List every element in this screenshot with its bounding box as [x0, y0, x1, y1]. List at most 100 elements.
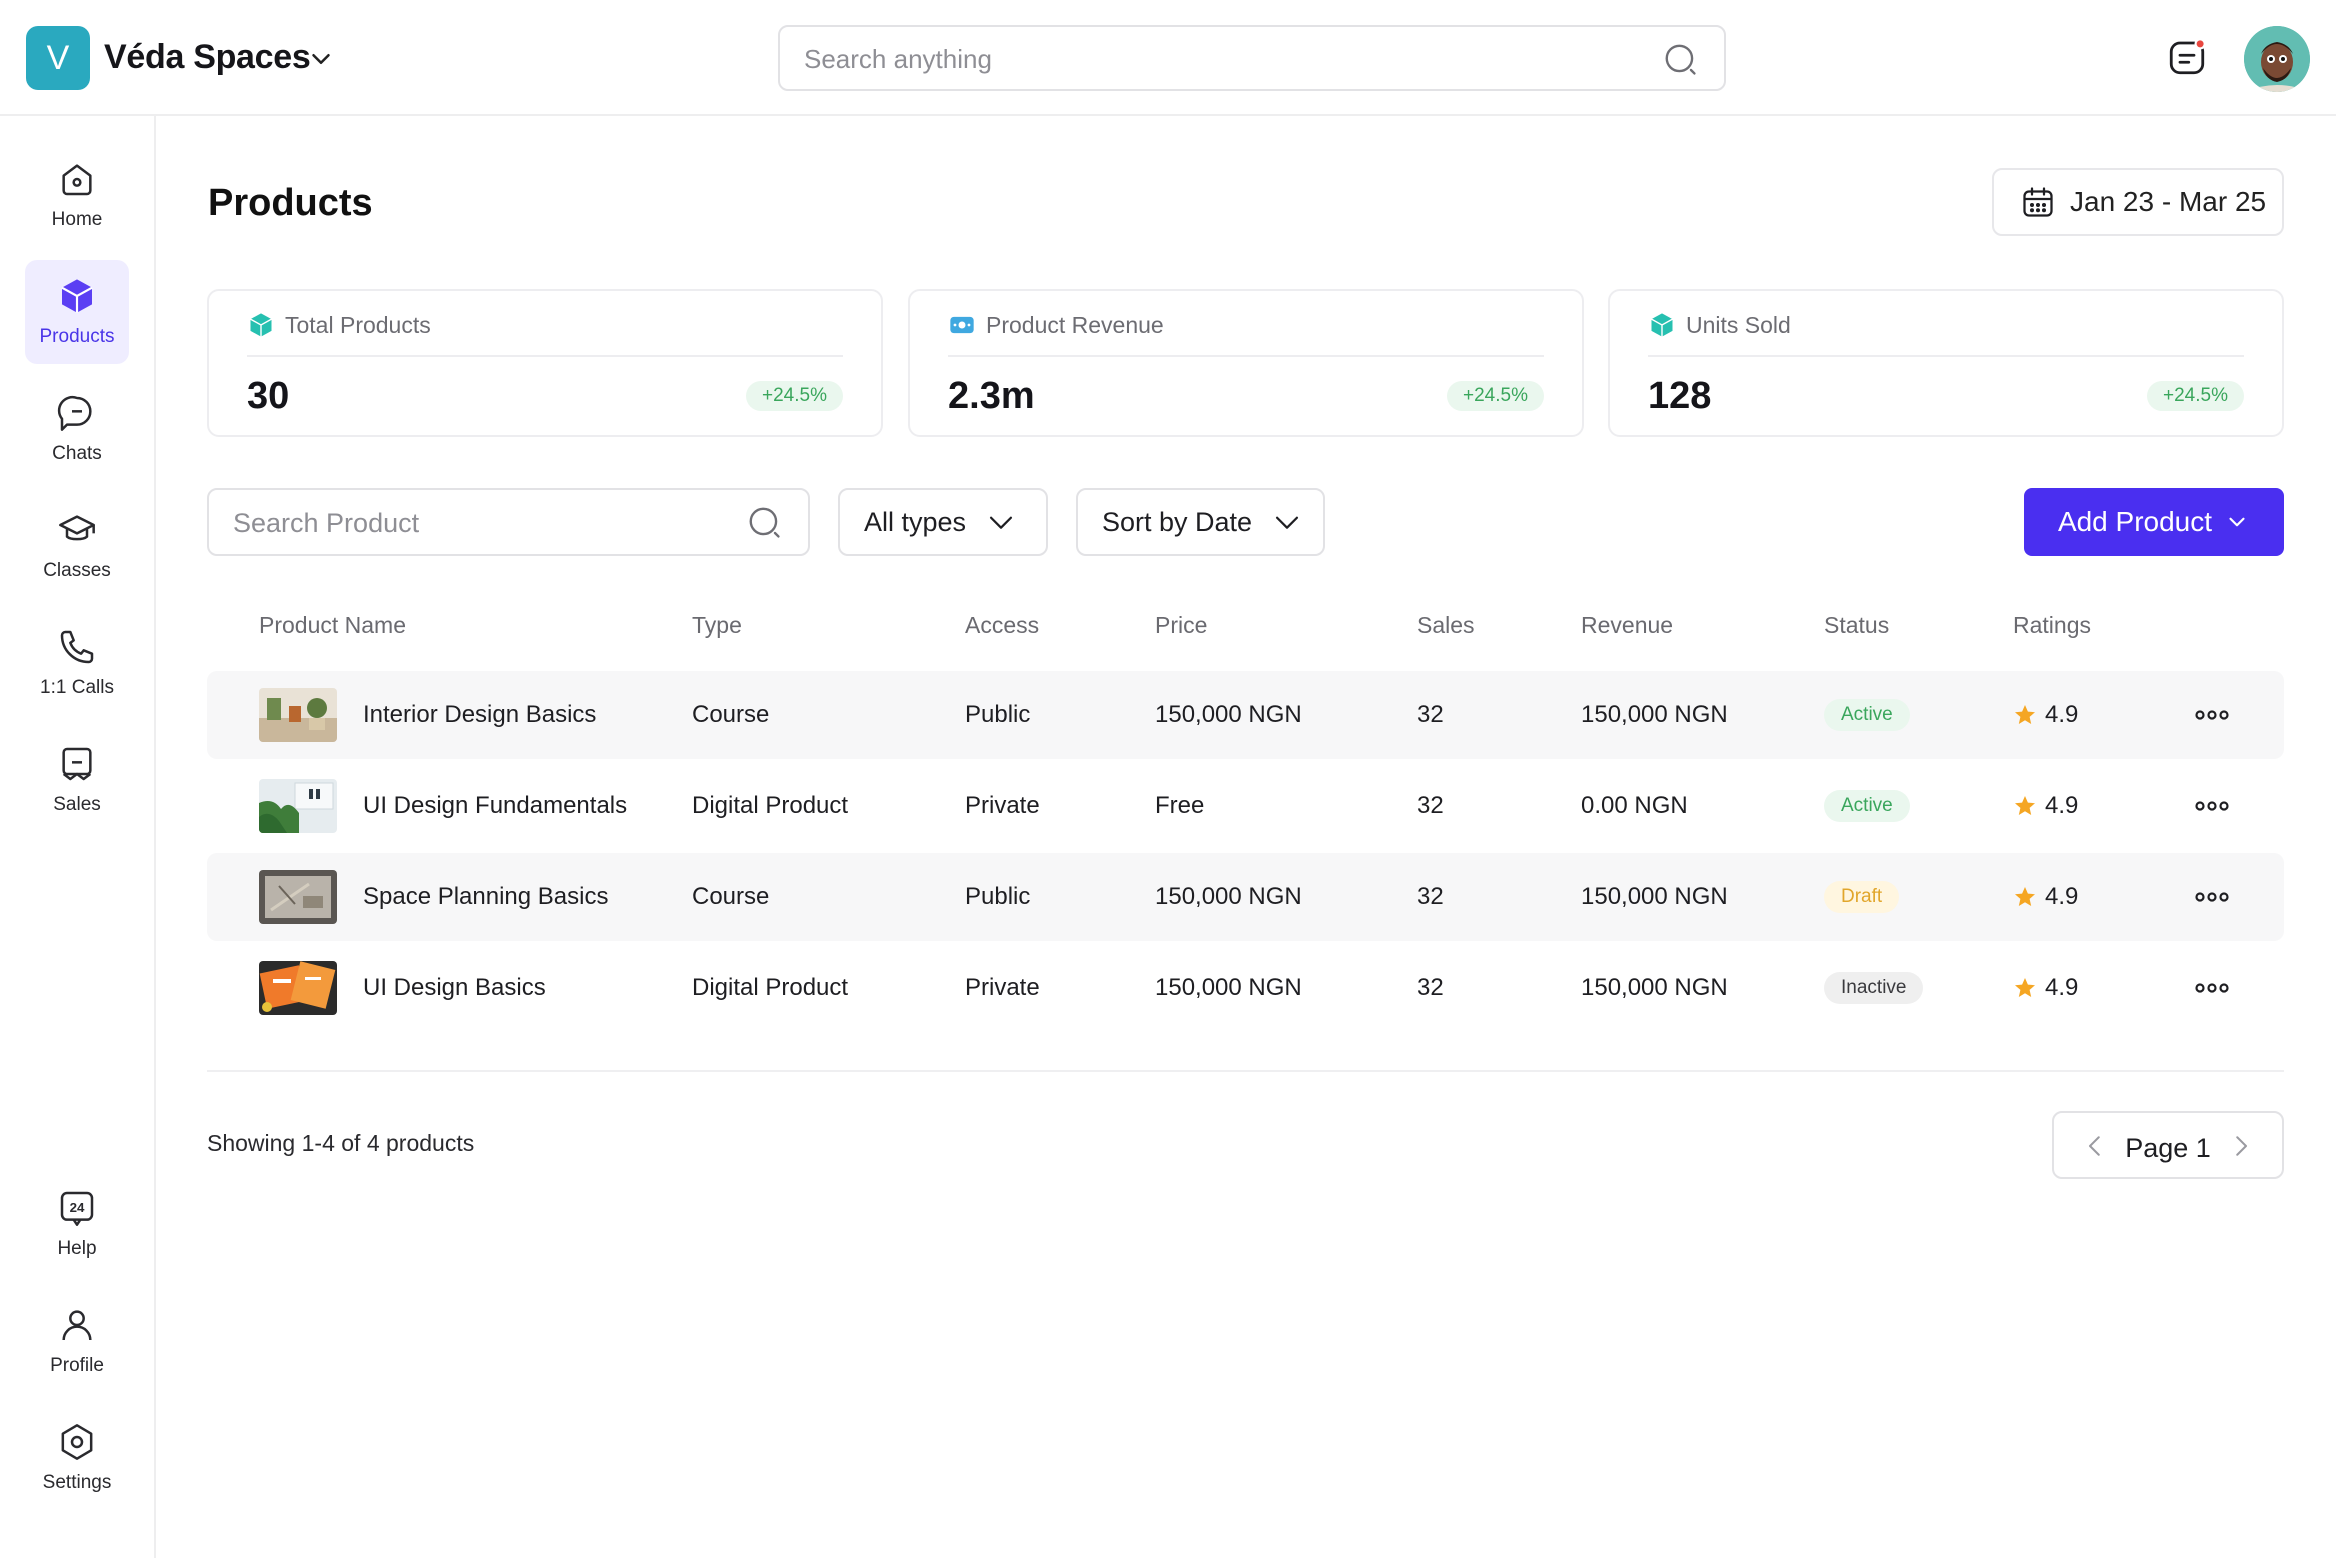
- product-revenue: 150,000 NGN: [1581, 883, 1728, 910]
- workspace-logo[interactable]: V: [26, 26, 90, 90]
- column-header-type[interactable]: Type: [692, 612, 742, 639]
- row-actions-button[interactable]: [2195, 671, 2229, 759]
- sort-label: Sort by Date: [1102, 506, 1253, 537]
- stat-label: Product Revenue: [986, 311, 1164, 338]
- star-icon: [2015, 978, 2035, 997]
- rating-value: 4.9: [2045, 883, 2079, 910]
- results-summary: Showing 1-4 of 4 products: [207, 1130, 475, 1156]
- divider: [948, 355, 1544, 357]
- product-name[interactable]: Space Planning Basics: [363, 853, 608, 941]
- row-actions-button[interactable]: [2195, 762, 2229, 850]
- column-header-status[interactable]: Status: [1824, 612, 1889, 639]
- box-icon: [250, 313, 272, 337]
- stat-card-total-products: Total Products 30 +24.5%: [207, 289, 883, 437]
- product-revenue: 150,000 NGN: [1581, 701, 1728, 728]
- status-badge: Active: [1824, 699, 1910, 731]
- product-sales: 32: [1417, 701, 1444, 728]
- global-search-input[interactable]: [804, 41, 1624, 77]
- product-search[interactable]: [207, 488, 810, 556]
- sidebar-item-label: Sales: [53, 794, 101, 815]
- product-type: Digital Product: [692, 974, 849, 1001]
- product-thumbnail: [259, 870, 337, 924]
- sidebar-item-products[interactable]: Products: [25, 260, 129, 364]
- chat-icon: [57, 395, 92, 431]
- global-search[interactable]: [778, 25, 1726, 91]
- search-icon[interactable]: [746, 504, 784, 542]
- column-header-access[interactable]: Access: [965, 612, 1039, 639]
- table-row[interactable]: UI Design Basics Digital Product Private…: [207, 944, 2284, 1032]
- column-header-price[interactable]: Price: [1155, 612, 1207, 639]
- settings-icon: [61, 1424, 93, 1460]
- product-thumbnail: [259, 779, 337, 833]
- table-row[interactable]: UI Design Fundamentals Digital Product P…: [207, 762, 2284, 850]
- sidebar-item-sales[interactable]: Sales: [25, 728, 129, 832]
- chevron-down-icon[interactable]: [306, 44, 336, 74]
- column-header-ratings[interactable]: Ratings: [2013, 612, 2091, 639]
- sidebar-item-label: Products: [39, 326, 115, 347]
- divider: [207, 1070, 2284, 1072]
- stat-card-units-sold: Units Sold 128 +24.5%: [1608, 289, 2284, 437]
- workspace-name[interactable]: Véda Spaces: [104, 38, 311, 77]
- stat-delta-badge: +24.5%: [2147, 381, 2244, 411]
- chevron-right-icon[interactable]: [2226, 1131, 2256, 1161]
- product-rating: 4.9: [2013, 671, 2078, 759]
- table-row[interactable]: Interior Design Basics Course Public 150…: [207, 671, 2284, 759]
- sidebar-item-calls[interactable]: 1:1 Calls: [25, 611, 129, 715]
- row-actions-button[interactable]: [2195, 944, 2229, 1032]
- product-revenue: 150,000 NGN: [1581, 974, 1728, 1001]
- chevron-down-icon: [2229, 517, 2245, 527]
- product-name[interactable]: UI Design Basics: [363, 944, 546, 1032]
- notification-icon[interactable]: [2166, 36, 2208, 78]
- status-badge: Inactive: [1824, 972, 1924, 1004]
- sidebar-item-label: Settings: [42, 1472, 112, 1493]
- sort-dropdown[interactable]: Sort by Date: [1076, 488, 1325, 556]
- calendar-icon: [2023, 187, 2053, 217]
- stat-label: Total Products: [285, 311, 431, 338]
- home-icon: [62, 164, 92, 196]
- sidebar-item-chats[interactable]: Chats: [25, 377, 129, 481]
- top-bar: V Véda Spaces: [0, 0, 2336, 116]
- sidebar-item-classes[interactable]: Classes: [25, 494, 129, 598]
- product-thumbnail: [259, 688, 337, 742]
- support-24-icon: 24: [60, 1191, 94, 1226]
- add-product-label: Add Product: [2057, 506, 2213, 537]
- receipt-icon: [62, 747, 92, 781]
- date-range-picker[interactable]: Jan 23 - Mar 25: [1992, 168, 2284, 236]
- product-type: Course: [692, 701, 770, 728]
- product-name[interactable]: UI Design Fundamentals: [363, 762, 627, 850]
- stat-value: 30: [247, 375, 290, 417]
- pagination: Page 1: [2052, 1111, 2284, 1179]
- sidebar-item-settings[interactable]: Settings: [25, 1406, 129, 1510]
- column-header-product-name[interactable]: Product Name: [259, 612, 406, 639]
- more-horizontal-icon: [2195, 892, 2229, 902]
- product-rating: 4.9: [2013, 853, 2078, 941]
- user-avatar[interactable]: [2244, 26, 2310, 92]
- product-name[interactable]: Interior Design Basics: [363, 671, 596, 759]
- product-search-input[interactable]: [233, 504, 733, 542]
- stat-delta-badge: +24.5%: [746, 381, 843, 411]
- column-header-sales[interactable]: Sales: [1417, 612, 1475, 639]
- product-sales: 32: [1417, 792, 1444, 819]
- search-icon[interactable]: [1662, 41, 1700, 79]
- sidebar-item-profile[interactable]: Profile: [25, 1289, 129, 1393]
- stat-value: 128: [1648, 375, 1712, 417]
- row-actions-button[interactable]: [2195, 853, 2229, 941]
- divider: [247, 355, 843, 357]
- column-header-revenue[interactable]: Revenue: [1581, 612, 1673, 639]
- table-row[interactable]: Space Planning Basics Course Public 150,…: [207, 853, 2284, 941]
- sidebar-item-label: Home: [51, 209, 103, 230]
- product-access: Public: [965, 701, 1031, 728]
- add-product-button[interactable]: Add Product: [2024, 488, 2284, 556]
- sidebar-item-home[interactable]: Home: [25, 143, 129, 247]
- cash-icon: [950, 316, 974, 334]
- sidebar-item-label: Help: [57, 1238, 97, 1259]
- product-access: Private: [965, 974, 1040, 1001]
- more-horizontal-icon: [2195, 801, 2229, 811]
- sidebar-item-help[interactable]: 24 Help: [25, 1172, 129, 1276]
- box-icon: [1651, 313, 1673, 337]
- product-sales: 32: [1417, 974, 1444, 1001]
- type-filter-dropdown[interactable]: All types: [838, 488, 1048, 556]
- status-badge: Active: [1824, 790, 1910, 822]
- product-rating: 4.9: [2013, 762, 2078, 850]
- user-icon: [62, 1310, 92, 1341]
